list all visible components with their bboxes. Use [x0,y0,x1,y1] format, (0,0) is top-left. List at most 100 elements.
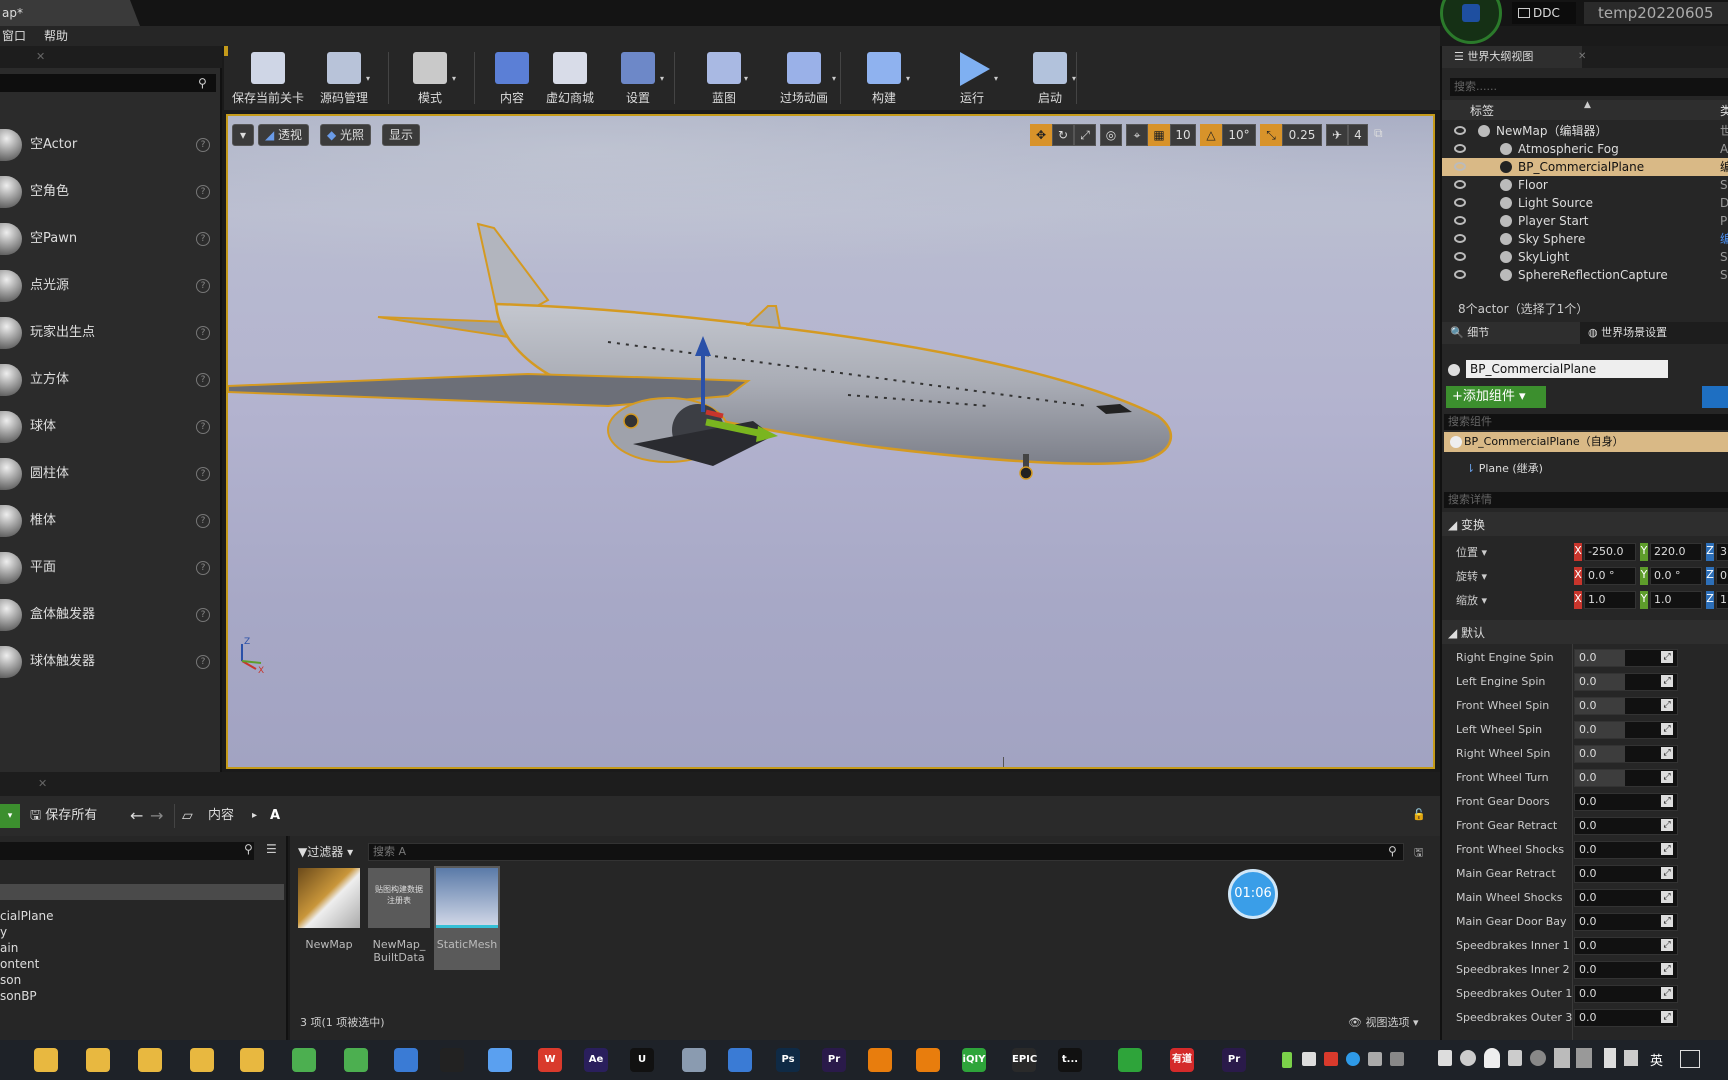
property-slider[interactable]: 0.0 ⤢ [1574,985,1678,1003]
window-icon[interactable] [728,1048,752,1072]
drag-handle-icon[interactable]: ⤢ [1661,843,1673,855]
transform-z-field[interactable]: 0 [1716,567,1728,585]
property-slider[interactable]: 0.0 ⤢ [1574,1009,1678,1027]
transform-y-field[interactable]: 0.0 ° [1650,567,1702,585]
blender-icon[interactable] [916,1048,940,1072]
toolbar-button-3[interactable]: 内容 [490,46,534,110]
premiere-icon[interactable]: Pr [1222,1048,1246,1072]
folder-item[interactable]: sonBP [0,988,37,1004]
asset-search-input[interactable]: 搜索 A [368,843,1404,861]
component-search-input[interactable]: 搜索组件 [1444,414,1728,430]
world-local-icon[interactable]: ◎ [1100,124,1122,146]
scale-snap-value[interactable]: 0.25 [1282,124,1322,146]
drag-handle-icon[interactable]: ⤢ [1661,699,1673,711]
outliner-row[interactable]: Light Source Di [1442,194,1728,212]
property-slider[interactable]: 0.0 ⤢ [1574,841,1678,859]
drag-handle-icon[interactable]: ⤢ [1661,963,1673,975]
tray-keyboard-icon[interactable] [1508,1050,1522,1066]
tray-wifi-icon[interactable] [1604,1048,1616,1068]
unreal-icon[interactable]: U [630,1048,654,1072]
after-effects-icon[interactable]: Ae [584,1048,608,1072]
tray-settings-icon[interactable] [1530,1050,1546,1066]
tray-volume-icon[interactable] [1624,1050,1638,1066]
outliner-row[interactable]: Player Start Pl [1442,212,1728,230]
browser-icon[interactable] [292,1048,316,1072]
close-icon[interactable]: ✕ [38,777,47,790]
property-slider[interactable]: 0.0 ⤢ [1574,793,1678,811]
add-new-dropdown[interactable]: ▾ [0,804,20,828]
close-icon[interactable]: ✕ [1578,51,1586,62]
scale-snap-icon[interactable]: ⤡ [1260,124,1282,146]
save-all-button[interactable]: 🖫 保存所有 [30,804,97,828]
notification-icon[interactable] [1680,1050,1700,1068]
eye-icon[interactable] [1454,144,1466,153]
monitor-icon[interactable] [682,1048,706,1072]
actor-name-field[interactable]: BP_CommercialPlane [1466,360,1668,378]
chevron-down-icon[interactable]: ▾ [832,74,836,83]
close-icon[interactable]: ✕ [36,50,45,63]
property-slider[interactable]: 0.0 ⤢ [1574,913,1678,931]
toolbar-button-0[interactable]: 保存当前关卡 [232,46,304,110]
toolbar-button-6[interactable]: 蓝图 ▾ [694,46,754,110]
blueprint-edit-button[interactable] [1702,386,1728,408]
browser-icon[interactable] [344,1048,368,1072]
view-options-button[interactable]: 👁 视图选项 ▾ [1348,1014,1419,1030]
folder-selected-row[interactable] [0,884,284,900]
place-actor-item[interactable]: 球体? [0,404,220,450]
forward-arrow-icon[interactable]: → [150,804,163,828]
eye-icon[interactable] [1454,198,1466,207]
place-actor-item[interactable]: 立方体? [0,357,220,403]
place-search-input[interactable] [0,74,216,92]
transform-y-field[interactable]: 220.0 [1650,543,1702,561]
lit-mode-button[interactable]: ◆ 光照 [320,124,372,146]
level-tab[interactable]: ap* [0,0,140,26]
help-icon[interactable]: ? [196,467,210,481]
property-slider[interactable]: 0.0 ⤢ [1574,937,1678,955]
asset-tile[interactable]: StaticMesh [434,866,500,970]
folder-item[interactable]: y [0,924,7,940]
source-control-status-icon[interactable] [1462,4,1480,22]
property-slider[interactable]: 0.0 ⤢ [1574,745,1678,763]
help-icon[interactable]: ? [196,279,210,293]
help-icon[interactable]: ? [196,373,210,387]
tray-sim-icon[interactable] [1554,1048,1570,1068]
tray-network-icon[interactable] [1390,1052,1404,1066]
drag-handle-icon[interactable]: ⤢ [1661,1011,1673,1023]
help-icon[interactable]: ? [196,232,210,246]
grid-snap-value[interactable]: 10 [1170,124,1196,146]
drag-handle-icon[interactable]: ⤢ [1661,771,1673,783]
help-icon[interactable]: ? [196,326,210,340]
folder-icon[interactable] [138,1048,162,1072]
place-actor-item[interactable]: 空角色? [0,169,220,215]
epic-icon[interactable]: EPIC [1012,1048,1037,1072]
chevron-down-icon[interactable]: ▾ [660,74,664,83]
tray-app-icon[interactable] [1302,1052,1316,1066]
commercial-plane-mesh[interactable]: Z X [228,116,1433,767]
list-view-icon[interactable]: ☰ [266,842,277,856]
drag-handle-icon[interactable]: ⤢ [1661,651,1673,663]
cloud-icon[interactable] [488,1048,512,1072]
photoshop-icon[interactable]: Ps [776,1048,800,1072]
surface-snap-icon[interactable]: ⌖ [1126,124,1148,146]
toolbar-button-5[interactable]: 设置 ▾ [606,46,670,110]
details-search-input[interactable]: 搜索详情 [1444,492,1728,508]
asset-tile[interactable]: NewMap [296,866,362,970]
drag-handle-icon[interactable]: ⤢ [1661,723,1673,735]
toolbar-button-2[interactable]: 模式 ▾ [398,46,462,110]
drag-handle-icon[interactable]: ⤢ [1661,675,1673,687]
maximize-viewport-icon[interactable]: ⧉ [1374,126,1383,141]
folder-icon[interactable] [190,1048,214,1072]
place-actor-item[interactable]: 点光源? [0,263,220,309]
transform-row-label[interactable]: 旋转 ▾ [1456,568,1487,584]
drag-handle-icon[interactable]: ⤢ [1661,987,1673,999]
property-slider[interactable]: 0.0 ⤢ [1574,961,1678,979]
media-icon[interactable] [1118,1048,1142,1072]
asset-tile[interactable]: 贴图构建数据 注册表 NewMap_ BuiltData [366,866,432,970]
drag-handle-icon[interactable]: ⤢ [1661,867,1673,879]
place-actor-item[interactable]: 盒体触发器? [0,592,220,638]
chevron-down-icon[interactable]: ▾ [906,74,910,83]
wps-tray-icon[interactable] [1324,1052,1338,1066]
property-slider[interactable]: 0.0 ⤢ [1574,697,1678,715]
chevron-down-icon[interactable]: ▾ [452,74,456,83]
folder-icon[interactable] [86,1048,110,1072]
